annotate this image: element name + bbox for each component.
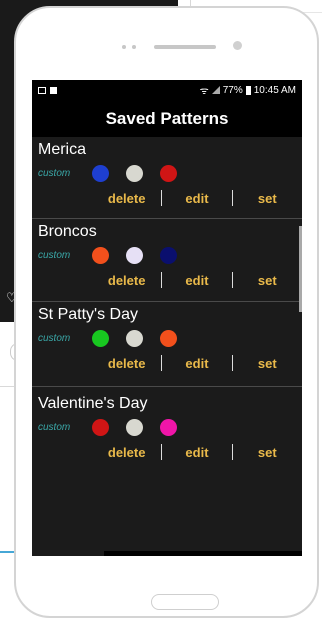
custom-label: custom [38, 421, 71, 433]
color-swatch[interactable] [126, 418, 143, 436]
custom-label: custom [38, 332, 71, 344]
pattern-name: Merica [38, 141, 87, 158]
battery-icon [245, 85, 251, 95]
pattern-card: Broncos custom delete edit set [32, 219, 302, 302]
color-swatch[interactable] [92, 246, 109, 264]
status-bar: ᯤ 77% 10:45 AM [32, 80, 302, 100]
set-button[interactable]: set [233, 445, 302, 460]
speaker-grill [154, 45, 216, 49]
color-swatch[interactable] [126, 329, 143, 347]
page-title: Saved Patterns [32, 100, 302, 137]
signal-icon [211, 86, 220, 94]
color-swatch[interactable] [126, 164, 143, 182]
app-notification-icon [50, 86, 57, 94]
wifi-icon: ᯤ [199, 86, 209, 97]
delete-button[interactable]: delete [92, 445, 161, 460]
custom-label: custom [38, 167, 71, 179]
image-notification-icon [38, 86, 46, 94]
color-swatch[interactable] [160, 329, 177, 347]
pattern-name: St Patty's Day [38, 306, 138, 323]
pattern-card: Valentine's Day custom delete edit set [32, 387, 302, 475]
color-swatch[interactable] [160, 418, 177, 436]
sensor-dots [122, 45, 142, 49]
delete-button[interactable]: delete [92, 356, 161, 371]
app-screen: ᯤ 77% 10:45 AM Saved Patterns Merica cus… [32, 80, 302, 556]
edit-button[interactable]: edit [162, 445, 231, 460]
edit-button[interactable]: edit [162, 273, 231, 288]
edit-button[interactable]: edit [162, 356, 231, 371]
nav-bar [104, 551, 302, 556]
custom-label: custom [38, 249, 71, 261]
pattern-card: St Patty's Day custom delete edit set [32, 302, 302, 387]
set-button[interactable]: set [233, 356, 302, 371]
delete-button[interactable]: delete [92, 191, 161, 206]
battery-percent: 77% [222, 84, 243, 96]
color-swatch[interactable] [92, 418, 109, 436]
delete-button[interactable]: delete [92, 273, 161, 288]
pattern-name: Broncos [38, 223, 97, 240]
scrollbar[interactable] [299, 226, 302, 312]
pattern-name: Valentine's Day [38, 395, 148, 412]
color-swatch[interactable] [126, 246, 143, 264]
color-swatch[interactable] [160, 246, 177, 264]
color-swatch[interactable] [160, 164, 177, 182]
pattern-card: Merica custom delete edit set [32, 137, 302, 219]
set-button[interactable]: set [233, 273, 302, 288]
set-button[interactable]: set [233, 191, 302, 206]
background-accent-line [0, 551, 14, 553]
clock: 10:45 AM [253, 84, 296, 96]
color-swatch[interactable] [92, 329, 109, 347]
front-camera [233, 41, 242, 50]
color-swatch[interactable] [92, 164, 109, 182]
home-button[interactable] [151, 594, 219, 610]
edit-button[interactable]: edit [162, 191, 231, 206]
